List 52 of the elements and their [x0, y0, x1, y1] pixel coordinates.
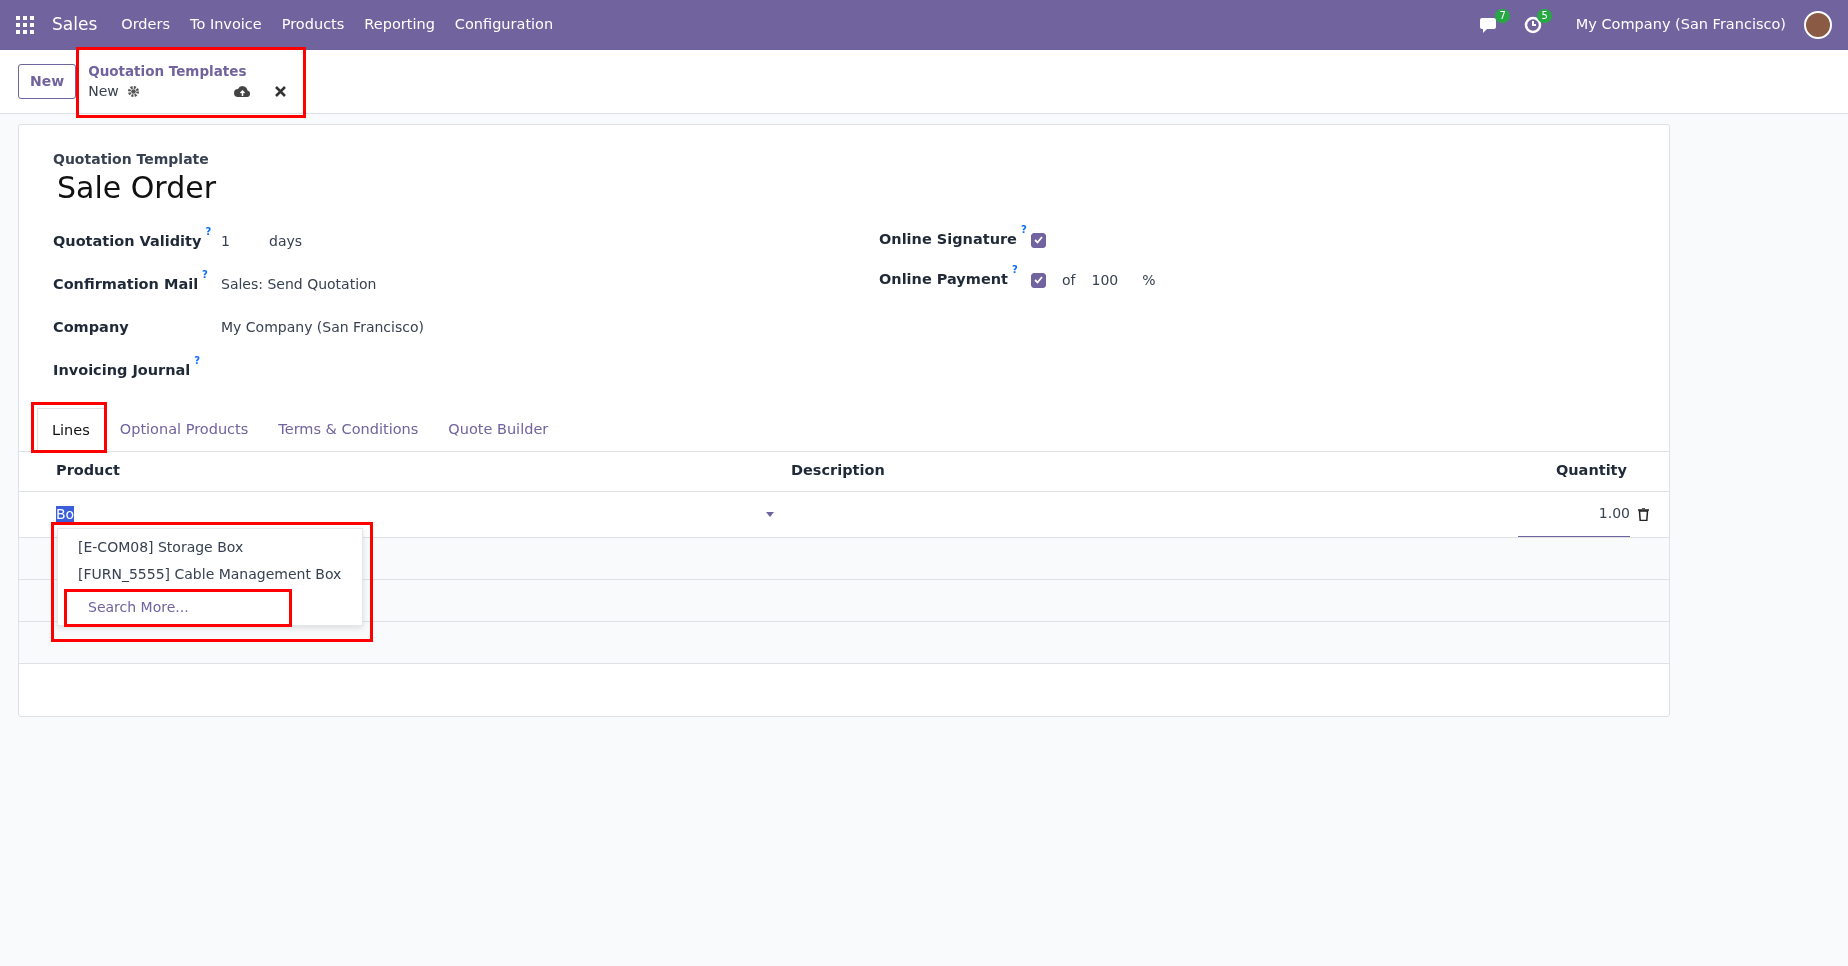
activity-count: 5 [1537, 9, 1552, 23]
dropdown-option[interactable]: [FURN_5555] Cable Management Box [58, 559, 362, 587]
help-icon[interactable]: ? [1012, 264, 1018, 276]
field-value[interactable]: 1 [221, 231, 269, 252]
checkbox[interactable] [1031, 272, 1046, 288]
avatar[interactable] [1804, 11, 1832, 39]
menu-item[interactable]: Reporting [354, 14, 445, 36]
record-title: Sale Order [57, 170, 217, 206]
check-icon [1034, 236, 1043, 244]
tab[interactable]: Lines [37, 408, 105, 452]
tab[interactable]: Terms & Conditions [263, 408, 434, 451]
field-value[interactable]: My Company (San Francisco) [221, 317, 424, 338]
prefix-label: of [1062, 270, 1076, 290]
app-name[interactable]: Sales [42, 12, 112, 38]
dropdown-option[interactable]: [E-COM08] Storage Box [58, 532, 362, 560]
caret-icon[interactable] [766, 511, 774, 517]
unit-label: % [1142, 270, 1156, 290]
checkbox[interactable] [1031, 232, 1046, 248]
trash-icon[interactable] [1638, 507, 1649, 521]
input-text: Bo [56, 505, 75, 522]
menu-item[interactable]: Configuration [444, 14, 564, 36]
app-grid-icon[interactable] [16, 16, 34, 34]
help-icon[interactable]: ? [1020, 224, 1027, 236]
close-icon[interactable] [275, 86, 287, 98]
unit-label: days [269, 232, 303, 251]
new-button[interactable]: New [18, 64, 77, 99]
help-icon[interactable]: ? [194, 354, 201, 366]
column-header: Quantity [1555, 461, 1627, 481]
product-input[interactable]: Bo [56, 503, 766, 525]
company-switcher[interactable]: My Company (San Francisco) [1565, 14, 1796, 36]
help-icon[interactable]: ? [205, 225, 212, 237]
menu-item[interactable]: To Invoice [180, 14, 272, 36]
cloud-upload-icon[interactable] [234, 85, 252, 99]
column-header: Product [56, 461, 121, 481]
help-icon[interactable]: ? [202, 268, 208, 280]
column-header: Description [791, 461, 886, 481]
tab[interactable]: Optional Products [104, 408, 264, 451]
quantity-input[interactable]: 1.00 [1518, 491, 1630, 538]
field-label: Company [53, 317, 130, 337]
tab[interactable]: Quote Builder [433, 408, 564, 451]
menu-item[interactable]: Products [271, 14, 355, 36]
settings-icon[interactable] [126, 85, 140, 99]
menu-item[interactable]: Orders [111, 14, 180, 36]
breadcrumb-link[interactable]: Quotation Templates [88, 60, 295, 82]
search-more-link[interactable]: Search More... [84, 593, 193, 621]
check-icon [1034, 276, 1043, 284]
clock-icon[interactable] [1523, 16, 1542, 34]
field-label: Quotation Template [53, 150, 210, 169]
field-value[interactable]: 100 [1091, 269, 1119, 291]
message-count: 7 [1495, 9, 1510, 23]
record-name: New [88, 82, 119, 102]
field-value[interactable]: Sales: Send Quotation [221, 274, 377, 295]
